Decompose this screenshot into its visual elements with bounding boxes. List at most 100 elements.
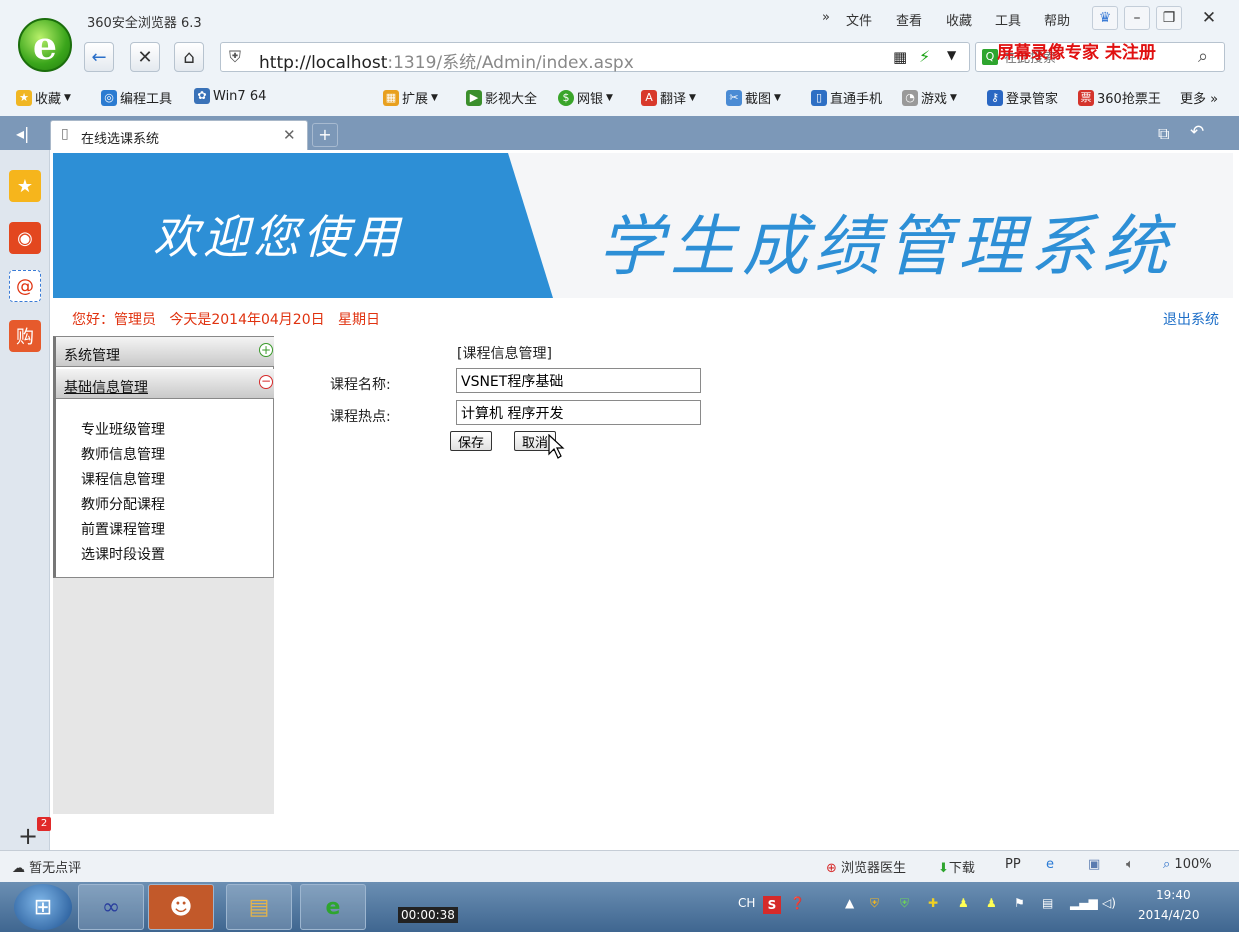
p2p-icon[interactable]: PP <box>1005 857 1021 872</box>
side-toolbar <box>0 150 50 850</box>
menu-item-teacher-info[interactable]: 教师信息管理 <box>81 444 165 464</box>
security-tray-icon[interactable]: ⛨ <box>900 896 909 911</box>
menu-group-system[interactable]: 系统管理 + <box>56 337 274 367</box>
start-button[interactable]: ⊞ <box>14 884 72 930</box>
back-button[interactable]: ← <box>84 42 114 72</box>
taskbar-visualstudio-icon[interactable]: ∞ <box>78 884 144 930</box>
bookmark-screenshot[interactable]: ✂ 截图 ▼ <box>726 88 781 107</box>
bookmark-tickets[interactable]: 票 360抢票王 <box>1078 88 1161 107</box>
course-name-input[interactable] <box>456 368 701 393</box>
restore-button[interactable]: ❐ <box>1156 6 1182 30</box>
home-button[interactable]: ⌂ <box>174 42 204 72</box>
stop-button[interactable]: ✕ <box>130 42 160 72</box>
search-icon[interactable]: ⌕ <box>1198 46 1208 67</box>
tab-online-course[interactable]: ▯ 在线选课系统 ✕ <box>50 120 308 150</box>
zoom-control[interactable]: ⌕ 100% <box>1163 857 1212 872</box>
ie-icon[interactable]: e <box>1046 857 1054 872</box>
qq-icon[interactable]: ♟ <box>958 896 969 910</box>
sogou-icon[interactable]: S <box>763 896 781 914</box>
undo-close-icon[interactable]: ↶ <box>1190 122 1204 142</box>
menu-item-prerequisite[interactable]: 前置课程管理 <box>81 519 165 539</box>
course-hot-input[interactable] <box>456 400 701 425</box>
flag-icon[interactable]: ⚑ <box>1014 896 1025 910</box>
new-tab-button[interactable]: + <box>312 123 338 147</box>
bookmark-programming-tools[interactable]: ◎ 编程工具 <box>101 88 172 107</box>
add-icon[interactable]: + <box>18 822 38 850</box>
banner-system-title: 学生成绩管理系统 <box>598 208 1174 285</box>
device-icon[interactable]: ▤ <box>1042 896 1053 910</box>
chevron-down-icon[interactable]: ▼ <box>947 48 956 62</box>
volume-icon[interactable]: ◁) <box>1102 896 1116 910</box>
bookmark-netbank[interactable]: $ 网银 ▼ <box>558 88 613 107</box>
lightning-icon[interactable]: ⚡ <box>919 47 930 66</box>
form-title: [课程信息管理] <box>457 346 552 362</box>
bookmark-games[interactable]: ◔ 游戏 ▼ <box>902 88 957 107</box>
bookmark-favorites[interactable]: ★ 收藏 ▼ <box>16 88 71 107</box>
expand-icon[interactable]: + <box>259 343 273 357</box>
bookmark-more[interactable]: 更多 » <box>1180 88 1218 107</box>
folder-icon: ◎ <box>101 89 117 106</box>
menu-help[interactable]: 帮助 <box>1044 10 1070 29</box>
more-icon[interactable]: » <box>822 10 830 25</box>
browser-doctor-button[interactable]: ⊕ 浏览器医生 <box>826 857 906 876</box>
course-hot-label: 课程热点: <box>330 409 391 425</box>
sidebar-toggle-icon[interactable]: ◂| <box>16 124 29 143</box>
window-title: 360安全浏览器 6.3 <box>87 16 202 31</box>
address-path: :1319/系统/Admin/index.aspx <box>387 53 634 73</box>
close-tab-icon[interactable]: ✕ <box>283 126 296 144</box>
menu-favorites[interactable]: 收藏 <box>946 10 972 29</box>
qq2-icon[interactable]: ♟ <box>986 896 997 910</box>
bookmark-win7[interactable]: ✿ Win7 64 <box>194 88 266 104</box>
shield-icon: ⛨ <box>229 47 242 66</box>
logout-link[interactable]: 退出系统 <box>1163 309 1219 329</box>
menu-item-course-info[interactable]: 课程信息管理 <box>81 469 165 489</box>
help-icon[interactable]: ❓ <box>790 896 805 910</box>
restore-tab-icon[interactable]: ⧉ <box>1158 124 1169 144</box>
banner: 欢迎您使用 学生成绩管理系统 <box>53 153 1233 298</box>
search-engine-icon[interactable]: Q <box>982 49 998 65</box>
close-window-button[interactable]: ✕ <box>1196 6 1222 30</box>
clock-time[interactable]: 19:40 <box>1156 888 1191 902</box>
bookmark-videos[interactable]: ▶ 影视大全 <box>466 88 537 107</box>
tab-label: 在线选课系统 <box>81 132 160 147</box>
network-icon[interactable]: ▂▄▆ <box>1070 896 1098 910</box>
mail-icon[interactable]: @ <box>9 270 41 302</box>
bookmark-extensions[interactable]: ▦ 扩展 ▼ <box>383 88 438 107</box>
address-bar[interactable]: ⛨ http://localhost:1319/系统/Admin/index.a… <box>220 42 970 73</box>
gamepad-icon: ◔ <box>902 89 918 106</box>
language-indicator[interactable]: CH <box>738 896 755 910</box>
menu-tools[interactable]: 工具 <box>995 10 1021 29</box>
shopping-icon[interactable]: 购 <box>9 320 41 352</box>
menu-item-major-class[interactable]: 专业班级管理 <box>81 419 165 439</box>
ticket-icon: 票 <box>1078 89 1094 106</box>
menu-view[interactable]: 查看 <box>896 10 922 29</box>
window-icon[interactable]: ▣ <box>1088 857 1100 872</box>
minimize-button[interactable]: – <box>1124 6 1150 30</box>
speed-tray-icon[interactable]: ✚ <box>928 896 938 910</box>
menu-file[interactable]: 文件 <box>846 10 872 29</box>
taskbar-avatar-icon[interactable]: ☻ <box>148 884 214 930</box>
key-icon: ⚷ <box>987 89 1003 106</box>
bookmark-phone[interactable]: ▯ 直通手机 <box>811 88 882 107</box>
bookmark-login-manager[interactable]: ⚷ 登录管家 <box>987 88 1058 107</box>
taskbar-browser-icon[interactable]: e <box>300 884 366 930</box>
menu-item-teacher-assign[interactable]: 教师分配课程 <box>81 494 165 514</box>
shield-tray-icon[interactable]: ⛨ <box>870 896 879 911</box>
menu-group-basic-info[interactable]: 基础信息管理 − <box>56 369 274 399</box>
qrcode-icon[interactable]: ▦ <box>893 48 907 66</box>
weibo-icon[interactable]: ◉ <box>9 222 41 254</box>
rating-status[interactable]: ☁ 暂无点评 <box>12 857 81 876</box>
film-icon: ▶ <box>466 89 482 106</box>
menu-item-time-period[interactable]: 选课时段设置 <box>81 544 165 564</box>
taskbar-explorer-icon[interactable]: ▤ <box>226 884 292 930</box>
collapse-icon[interactable]: − <box>259 375 273 389</box>
clock-date[interactable]: 2014/4/20 <box>1138 908 1200 922</box>
mouse-cursor-icon <box>548 434 565 459</box>
skin-icon[interactable]: ♛ <box>1092 6 1118 30</box>
bookmark-translate[interactable]: A 翻译 ▼ <box>641 88 696 107</box>
favorites-star-icon[interactable]: ★ <box>9 170 41 202</box>
sound-icon[interactable]: 🔈︎ <box>1126 857 1134 872</box>
tray-expand-icon[interactable]: ▲ <box>845 896 854 910</box>
save-button[interactable]: 保存 <box>450 431 493 451</box>
download-button[interactable]: ⬇下载 <box>938 857 975 876</box>
